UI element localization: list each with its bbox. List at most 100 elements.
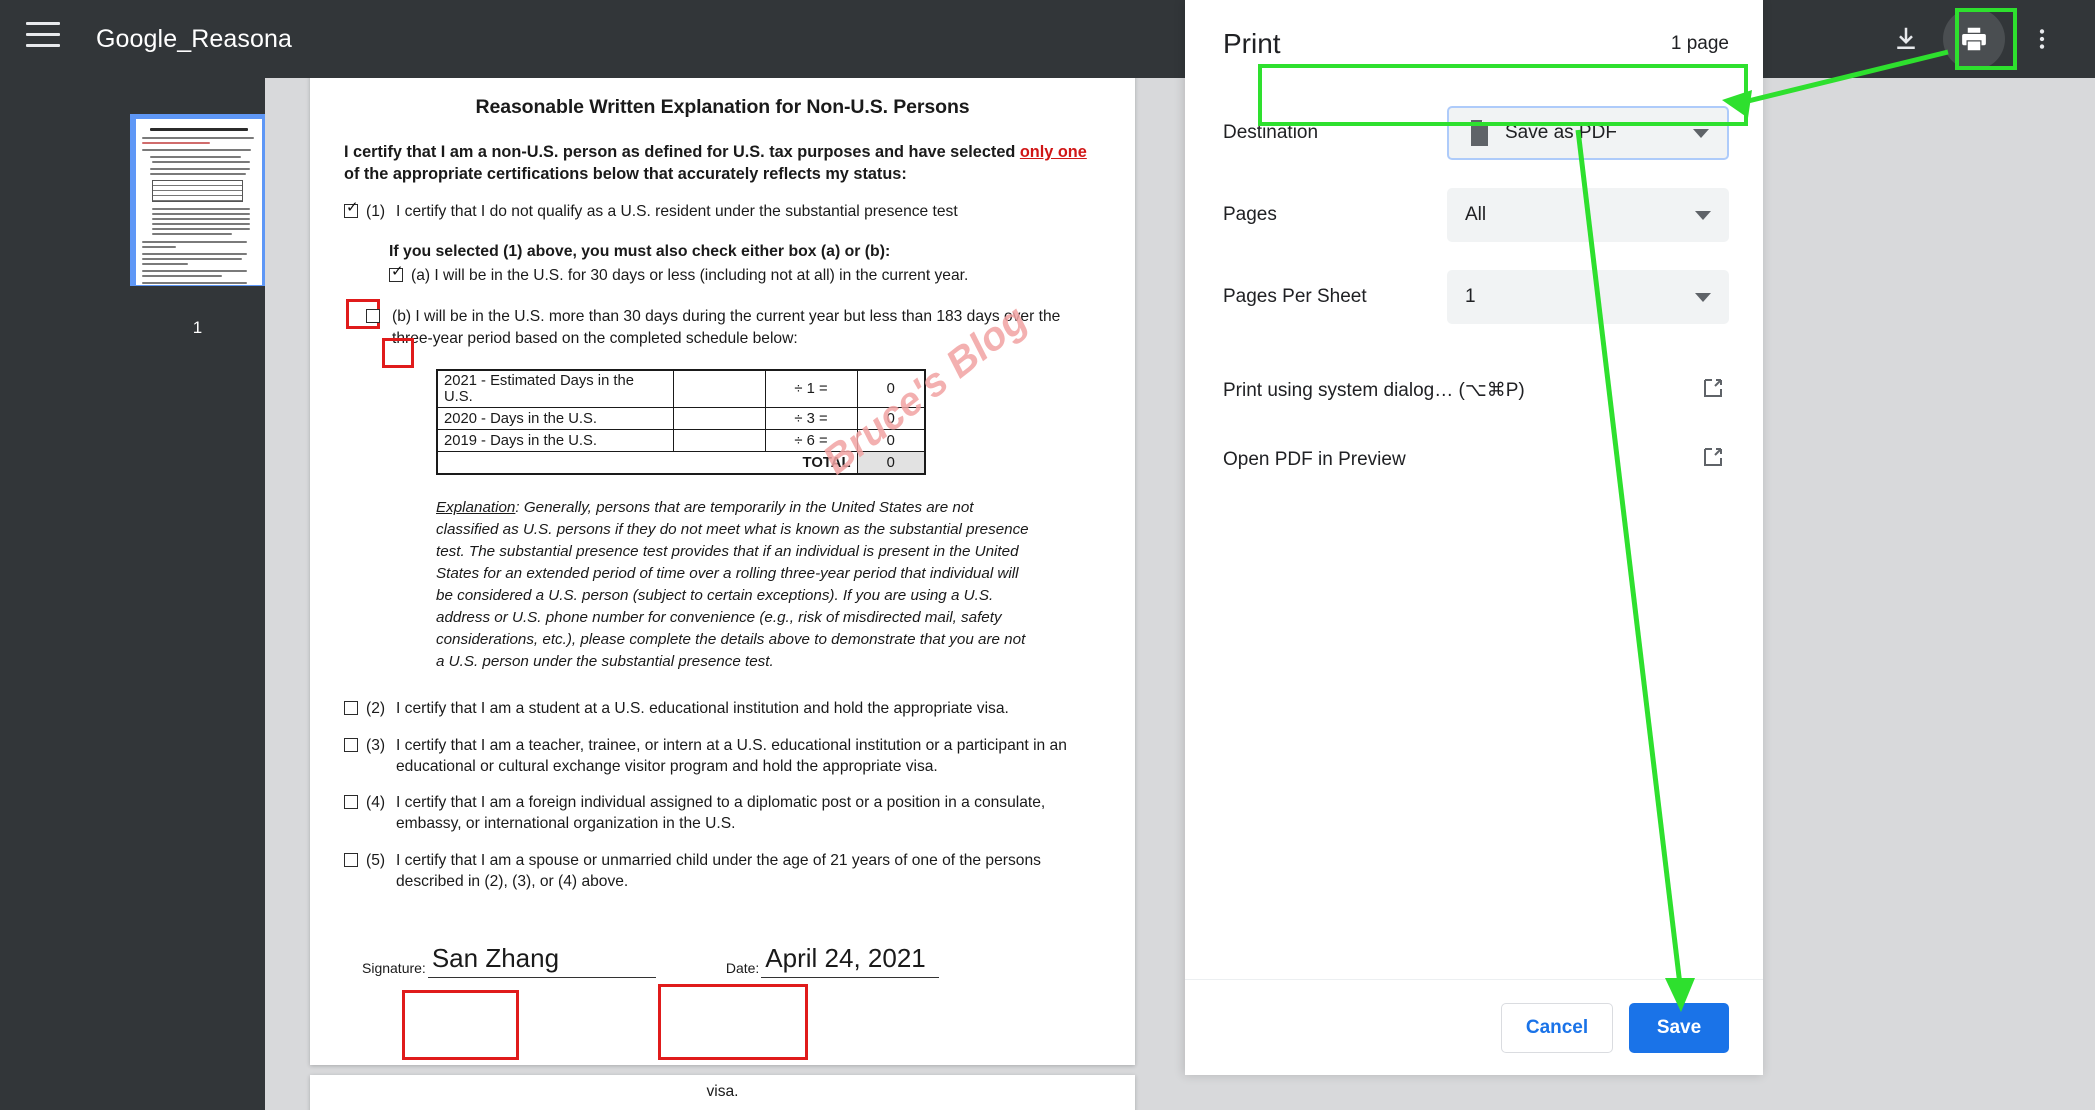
item-5-number: (5) (366, 851, 386, 869)
item-2-number: (2) (366, 700, 386, 718)
explanation-text: : Generally, persons that are temporaril… (436, 498, 1029, 671)
thumbnail-page-1[interactable] (130, 114, 265, 286)
row-1-operator: ÷ 3 = (764, 407, 858, 431)
signature-field[interactable]: San Zhang (427, 936, 656, 979)
item-3-number: (3) (366, 736, 386, 754)
row-0-operator: ÷ 1 = (764, 369, 858, 409)
row-0-entry[interactable] (672, 369, 766, 409)
item-5-text: I certify that I am a spouse or unmarrie… (396, 851, 1041, 890)
next-page-text-fragment: visa. (706, 1083, 739, 1100)
checkbox-item-4[interactable] (344, 795, 358, 810)
row-1-value: 0 (856, 407, 926, 431)
signature-area: Signature: San Zhang Date: April 24, 202… (362, 936, 1101, 979)
certification-item-a: (a) I will be in the U.S. for 30 days or… (389, 264, 1101, 287)
pages-per-sheet-row: Pages Per Sheet 1 (1185, 270, 1763, 324)
days-schedule-table: 2021 - Estimated Days in the U.S. ÷ 1 = … (436, 369, 926, 475)
chevron-down-icon (1695, 292, 1711, 302)
lead-text-part1: I certify that I am a non-U.S. person as… (344, 143, 1020, 161)
date-field[interactable]: April 24, 2021 (761, 936, 940, 979)
item-3-text: I certify that I am a teacher, trainee, … (396, 736, 1067, 775)
print-dialog: Print 1 page Destination Save as PDF Pag… (1185, 0, 1763, 1075)
print-button[interactable] (1943, 8, 2005, 70)
viewer-topbar: Google_Reasona (0, 0, 2095, 78)
explanation-paragraph: Explanation: Generally, persons that are… (436, 497, 1036, 673)
checkbox-item-b-wrap[interactable] (366, 306, 392, 349)
checkbox-item-5[interactable] (344, 852, 358, 867)
more-options-button[interactable] (2011, 8, 2073, 70)
row-2-entry[interactable] (672, 429, 766, 453)
total-value: 0 (856, 451, 926, 475)
chevron-down-icon (1695, 210, 1711, 220)
checkbox-item-1[interactable] (344, 200, 359, 218)
checkbox-item-2[interactable] (344, 701, 358, 716)
checkbox-item-a-wrap[interactable] (389, 264, 411, 287)
document-scroll-area[interactable]: Reasonable Written Explanation for Non-U… (265, 0, 2095, 1110)
table-row: 2020 - Days in the U.S. ÷ 3 = 0 (436, 407, 926, 431)
document-page: Reasonable Written Explanation for Non-U… (310, 0, 1135, 1065)
open-pdf-in-preview-link[interactable]: Open PDF in Preview (1185, 445, 1763, 474)
checkbox-item-5-wrap[interactable] (344, 851, 366, 892)
checkbox-item-1-wrap[interactable] (344, 200, 366, 223)
file-icon (1467, 119, 1491, 147)
item-4-number: (4) (366, 794, 386, 812)
row-1-entry[interactable] (672, 407, 766, 431)
row-1-label: 2020 - Days in the U.S. (436, 407, 674, 431)
subhead-if-selected-1: If you selected (1) above, you must also… (389, 242, 891, 260)
pages-per-sheet-select[interactable]: 1 (1447, 270, 1729, 324)
document-title: Reasonable Written Explanation for Non-U… (475, 96, 970, 118)
table-total-row: TOTAL 0 (436, 451, 926, 475)
checkbox-item-4-wrap[interactable] (344, 793, 366, 834)
item-a-text: (a) I will be in the U.S. for 30 days or… (411, 266, 969, 284)
print-using-system-dialog-label: Print using system dialog… (⌥⌘P) (1223, 380, 1525, 401)
lead-text-part2: of the appropriate certifications below … (344, 165, 907, 184)
pages-per-sheet-label: Pages Per Sheet (1223, 286, 1367, 307)
item-1-number: (1) (366, 202, 386, 220)
download-icon (1891, 24, 1921, 54)
lead-emphasis-only-one: only one (1019, 143, 1087, 161)
document-lead-paragraph: I certify that I am a non-U.S. person as… (344, 141, 1101, 186)
checkbox-item-a[interactable] (389, 264, 404, 282)
destination-value: Save as PDF (1505, 122, 1617, 143)
item-b-text: (b) I will be in the U.S. more than 30 d… (392, 308, 1061, 347)
hamburger-icon[interactable] (26, 22, 64, 56)
date-value: April 24, 2021 (765, 943, 926, 974)
table-row: 2019 - Days in the U.S. ÷ 6 = 0 (436, 429, 926, 453)
destination-row: Destination Save as PDF (1185, 106, 1763, 160)
signature-label: Signature: (362, 960, 426, 977)
pages-value: All (1465, 204, 1487, 225)
save-button[interactable]: Save (1629, 1002, 1729, 1053)
redbox-signature (402, 990, 519, 1060)
item-2-text: I certify that I am a student at a U.S. … (396, 700, 1009, 718)
checkbox-item-2-wrap[interactable] (344, 699, 366, 720)
download-button[interactable] (1875, 8, 1937, 70)
redbox-date (658, 984, 808, 1060)
certification-item-5: (5) I certify that I am a spouse or unma… (344, 851, 1101, 892)
pages-select[interactable]: All (1447, 188, 1729, 242)
certification-item-4: (4) I certify that I am a foreign indivi… (344, 793, 1101, 834)
print-using-system-dialog-link[interactable]: Print using system dialog… (⌥⌘P) (1185, 376, 1763, 405)
row-2-operator: ÷ 6 = (764, 429, 858, 453)
page-count-label: 1 page (1670, 33, 1729, 54)
certification-item-3: (3) I certify that I am a teacher, train… (344, 736, 1101, 777)
print-icon (1959, 24, 1989, 54)
external-link-icon (1701, 376, 1725, 405)
thumbnail-rail[interactable]: 1 (0, 78, 265, 1110)
item-4-text: I certify that I am a foreign individual… (396, 794, 1046, 833)
destination-select[interactable]: Save as PDF (1447, 106, 1729, 160)
checkbox-item-3[interactable] (344, 737, 358, 752)
destination-label: Destination (1223, 122, 1319, 143)
certification-item-b: (b) I will be in the U.S. more than 30 d… (366, 306, 1101, 349)
pages-per-sheet-value: 1 (1465, 286, 1476, 307)
document-page-next: visa. (310, 1075, 1135, 1110)
date-label: Date: (725, 960, 760, 977)
print-dialog-header: Print 1 page (1185, 0, 1763, 60)
pages-label: Pages (1223, 204, 1277, 225)
checkbox-item-b[interactable] (366, 309, 380, 324)
cancel-button[interactable]: Cancel (1501, 1002, 1613, 1053)
checkbox-item-3-wrap[interactable] (344, 736, 366, 777)
item-1-text: I certify that I do not qualify as a U.S… (396, 202, 958, 220)
table-row: 2021 - Estimated Days in the U.S. ÷ 1 = … (436, 369, 926, 409)
total-label: TOTAL (436, 451, 858, 475)
print-dialog-footer: Cancel Save (1185, 979, 1763, 1075)
more-vertical-icon (2029, 26, 2055, 52)
